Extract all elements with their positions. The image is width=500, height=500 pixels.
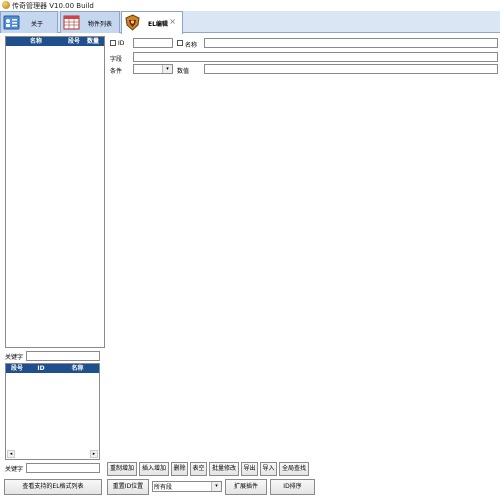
number-label: 数值 bbox=[177, 68, 190, 75]
tab-el-edit-label: EL编辑 bbox=[148, 21, 168, 28]
field-label: 字段 bbox=[110, 56, 123, 63]
reset-id-position-button[interactable]: 重置ID位置 bbox=[107, 479, 149, 495]
segment-select-value: 所有段 bbox=[154, 484, 173, 491]
column-name[interactable]: 名称 bbox=[8, 37, 64, 46]
tab-el-edit[interactable]: EL编辑 × bbox=[121, 11, 183, 34]
name-input[interactable] bbox=[204, 38, 498, 48]
import-button[interactable]: 导入 bbox=[260, 462, 277, 476]
title-bar: 传奇管理器 V10.00 Build bbox=[0, 0, 500, 10]
info-card-icon bbox=[3, 15, 20, 30]
id-input[interactable] bbox=[133, 38, 173, 48]
name-checkbox[interactable] bbox=[177, 40, 183, 46]
condition-select[interactable]: ▾ bbox=[133, 64, 173, 74]
tab-about[interactable]: 关于 bbox=[0, 11, 58, 33]
global-search-button[interactable]: 全局查找 bbox=[279, 462, 309, 476]
scroll-left-icon[interactable]: ◂ bbox=[7, 450, 15, 458]
keyword-label: 关键字 bbox=[5, 466, 24, 473]
expand-plugin-button[interactable]: 扩展插件 bbox=[225, 479, 267, 495]
keyword-input[interactable] bbox=[26, 351, 100, 361]
category-list[interactable]: 名称 段号 数量 bbox=[5, 36, 105, 348]
column-segment[interactable]: 段号 bbox=[66, 37, 82, 46]
id-checkbox[interactable] bbox=[110, 40, 116, 46]
item-list[interactable]: 段号 ID 名称 ◂ ▸ bbox=[5, 363, 100, 460]
column-name[interactable]: 名称 bbox=[56, 364, 99, 373]
view-el-formats-button[interactable]: 查看支持的EL格式列表 bbox=[4, 479, 102, 495]
category-list-header: 名称 段号 数量 bbox=[6, 37, 104, 46]
grid-table-icon bbox=[63, 15, 80, 30]
batch-edit-button[interactable]: 批量修改 bbox=[209, 462, 239, 476]
name-label: 名称 bbox=[185, 42, 198, 49]
id-label: ID bbox=[118, 40, 125, 47]
app-icon bbox=[2, 1, 10, 9]
export-button[interactable]: 导出 bbox=[241, 462, 258, 476]
column-count[interactable]: 数量 bbox=[82, 37, 104, 46]
tab-bar: 关于 物件列表 EL编辑 × bbox=[0, 11, 500, 34]
item-list-header: 段号 ID 名称 bbox=[6, 364, 99, 373]
delete-button[interactable]: 删除 bbox=[171, 462, 188, 476]
chevron-down-icon: ▾ bbox=[162, 65, 172, 73]
tab-items[interactable]: 物件列表 bbox=[60, 11, 120, 33]
keyword-label: 关键字 bbox=[5, 354, 24, 361]
column-id[interactable]: ID bbox=[28, 364, 54, 373]
insert-add-button[interactable]: 插入增加 bbox=[139, 462, 169, 476]
close-icon[interactable]: × bbox=[169, 18, 176, 26]
crest-icon bbox=[125, 14, 140, 31]
tab-items-label: 物件列表 bbox=[88, 21, 113, 28]
column-segment[interactable]: 段号 bbox=[8, 364, 26, 373]
chevron-down-icon: ▾ bbox=[211, 482, 221, 491]
clear-button[interactable]: 表空 bbox=[190, 462, 207, 476]
reset-add-button[interactable]: 重制增加 bbox=[107, 462, 137, 476]
window-title: 传奇管理器 V10.00 Build bbox=[12, 2, 94, 10]
condition-label: 条件 bbox=[110, 68, 123, 75]
id-sort-button[interactable]: ID排序 bbox=[270, 479, 315, 495]
field-input[interactable] bbox=[133, 52, 498, 62]
number-input[interactable] bbox=[204, 64, 498, 74]
keyword-input[interactable] bbox=[26, 463, 100, 473]
tab-about-label: 关于 bbox=[31, 21, 44, 28]
scroll-right-icon[interactable]: ▸ bbox=[90, 450, 98, 458]
segment-select[interactable]: 所有段 ▾ bbox=[152, 481, 222, 492]
